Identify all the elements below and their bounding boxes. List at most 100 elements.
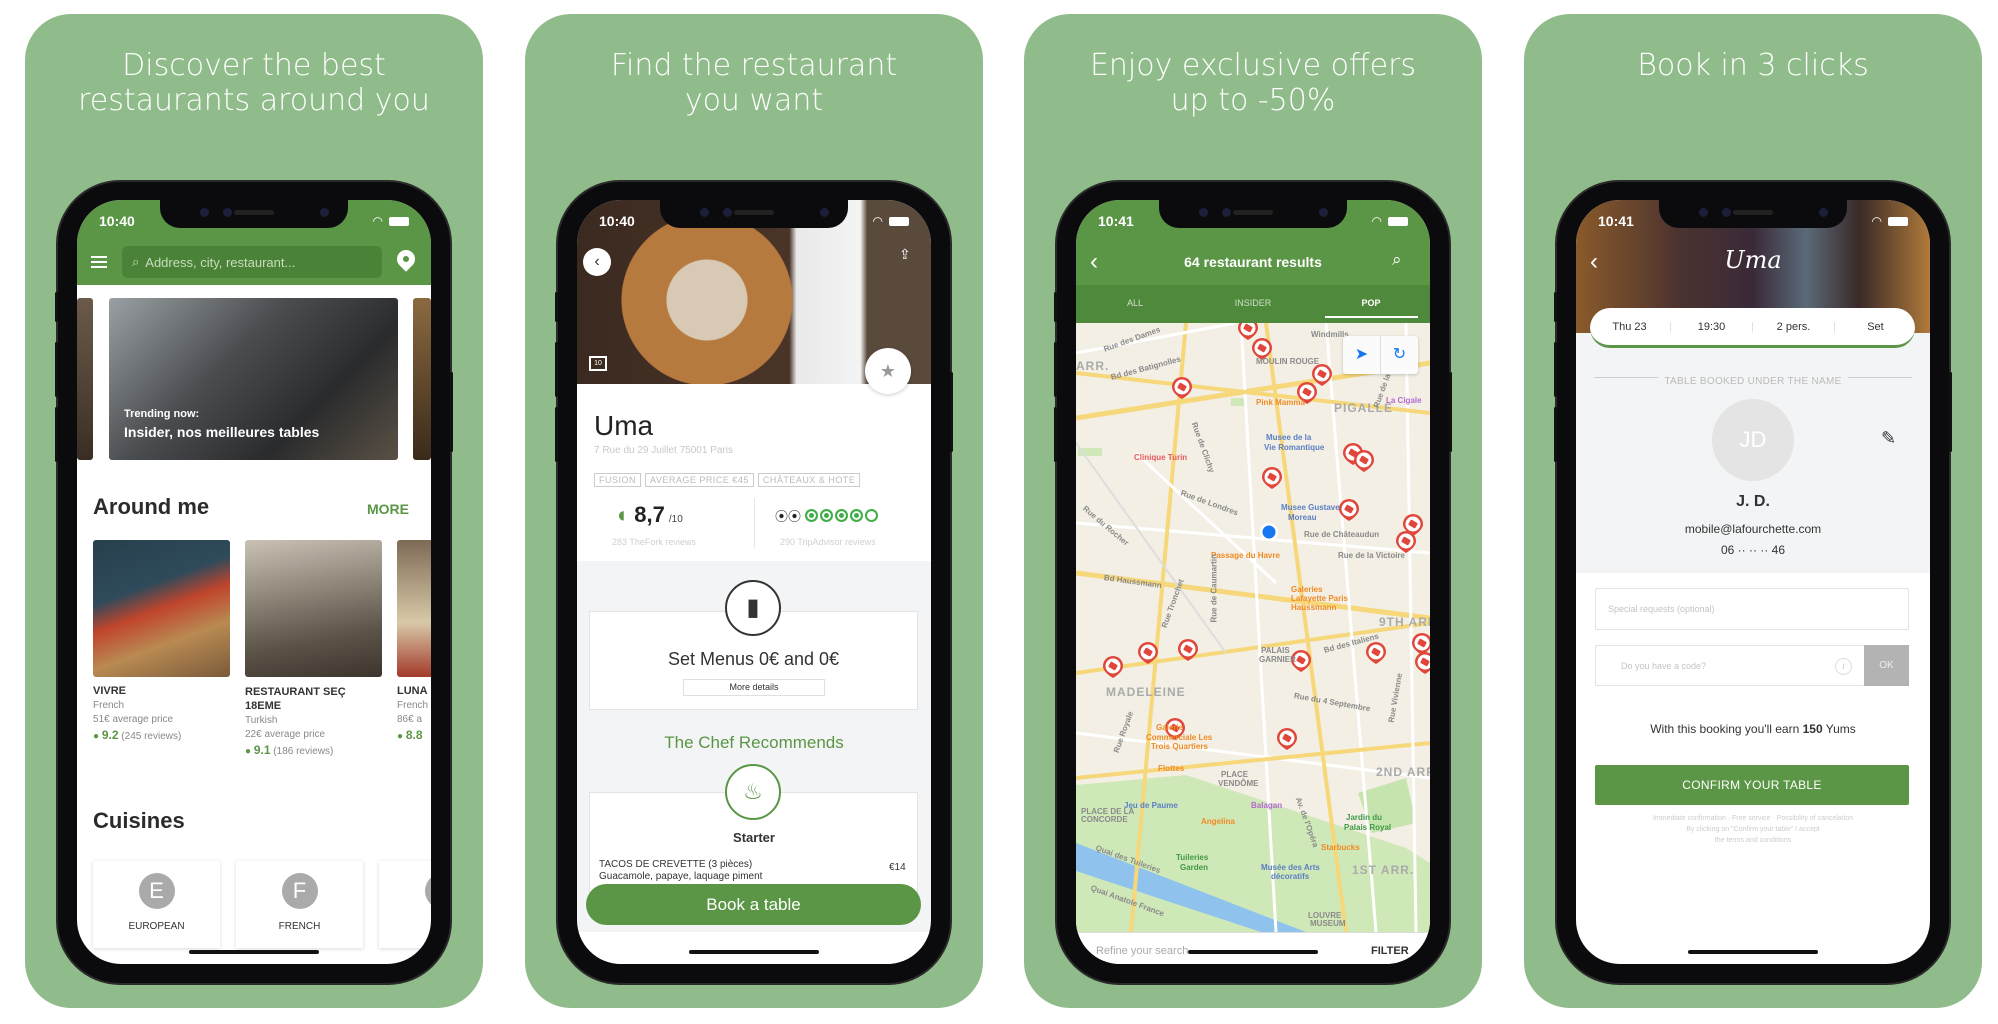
edit-pencil-icon[interactable]: ✎ bbox=[1881, 428, 1896, 449]
special-requests-input[interactable]: Special requests (optional) bbox=[1595, 588, 1909, 630]
tab-insider[interactable]: INSIDER bbox=[1194, 298, 1312, 308]
dish-description: Guacamole, papaye, laquage piment bbox=[599, 871, 763, 882]
restaurant-pin[interactable] bbox=[1262, 467, 1282, 489]
tag-list: FUSION AVERAGE PRICE €45 CHÂTEAUX & HOTE bbox=[594, 470, 864, 488]
restaurant-card[interactable]: LUNA French 86€ a ● 8.8 bbox=[397, 540, 431, 742]
booking-summary[interactable]: Thu 23 | 19:30 | 2 pers. | Set bbox=[1590, 308, 1915, 348]
map-label: 1ST ARR. bbox=[1352, 863, 1415, 877]
more-details-button[interactable]: More details bbox=[683, 679, 825, 696]
menu-icon[interactable] bbox=[91, 256, 107, 268]
terms-link[interactable]: the terms and conditions bbox=[1576, 835, 1930, 846]
cuisine-card-br[interactable]: B BR bbox=[379, 861, 431, 948]
cuisine-card-french[interactable]: F FRENCH bbox=[236, 861, 363, 948]
home-indicator[interactable] bbox=[189, 950, 319, 954]
restaurant-pin[interactable] bbox=[1354, 450, 1374, 472]
gallery-button[interactable]: 10 bbox=[589, 356, 607, 371]
status-icons: ◠ bbox=[373, 214, 409, 228]
booking-screen: 10:41 ◠ ‹ Uma Thu 23 | 19:30 | 2 pers. | Se… bbox=[1576, 200, 1930, 964]
map-label: Flottes bbox=[1158, 764, 1185, 773]
banner-photo-prev[interactable] bbox=[77, 298, 93, 460]
wifi-icon: ◠ bbox=[872, 214, 883, 228]
phone-frame: 10:41 ◠ ‹ 64 restaurant results ⌕ ALL IN… bbox=[1054, 182, 1452, 983]
tripadvisor-bubbles bbox=[805, 509, 879, 522]
home-indicator[interactable] bbox=[1188, 950, 1318, 954]
restaurant-pin[interactable] bbox=[1103, 656, 1123, 678]
rating-bubble bbox=[865, 509, 879, 522]
avatar: JD bbox=[1712, 399, 1794, 481]
side-button bbox=[55, 342, 58, 397]
headline: Enjoy exclusive offers up to -50% bbox=[1024, 48, 1482, 118]
restaurant-pin[interactable] bbox=[1366, 642, 1386, 664]
info-icon[interactable]: i bbox=[1835, 658, 1852, 675]
trending-banner[interactable]: Trending now: Insider, nos meilleures ta… bbox=[109, 298, 398, 460]
photo-count: 10 bbox=[594, 360, 602, 367]
section-heading: TABLE BOOKED UNDER THE NAME bbox=[1576, 371, 1930, 389]
earn-amount: 150 bbox=[1802, 722, 1823, 736]
phone-frame: 10:40 ◠ ⌕ Address, city, restaurant... Tr… bbox=[55, 182, 453, 983]
wifi-icon: ◠ bbox=[1871, 214, 1882, 228]
summary-offer[interactable]: Set bbox=[1836, 321, 1915, 333]
map-label: Moreau bbox=[1288, 513, 1317, 522]
tab-pop[interactable]: POP bbox=[1312, 298, 1430, 308]
side-button bbox=[1554, 342, 1557, 397]
restaurant-card[interactable]: VIVRE French 51€ average price ● 9.2 (24… bbox=[93, 540, 230, 742]
tab-all[interactable]: ALL bbox=[1076, 298, 1194, 308]
favorite-button[interactable]: ★ bbox=[865, 348, 911, 394]
filter-button[interactable]: FILTER bbox=[1371, 945, 1409, 957]
home-indicator[interactable] bbox=[1688, 950, 1818, 954]
map-label: La Cigale bbox=[1386, 396, 1422, 405]
panel-book: Book in 3 clicks 10:41 ◠ ‹ Uma Thu 23 | 1… bbox=[1524, 14, 1982, 1008]
restaurant-reviews: (186 reviews) bbox=[273, 746, 334, 757]
home-indicator[interactable] bbox=[689, 950, 819, 954]
road bbox=[1076, 442, 1227, 654]
map-label: Commerciale Les bbox=[1146, 733, 1213, 742]
restaurant-reviews: (245 reviews) bbox=[121, 731, 182, 742]
banner-photo-next[interactable] bbox=[413, 298, 431, 460]
current-location-dot bbox=[1262, 525, 1276, 539]
restaurant-pin[interactable] bbox=[1412, 633, 1430, 655]
map-label: Vie Romantique bbox=[1264, 443, 1325, 452]
summary-date[interactable]: Thu 23 bbox=[1590, 321, 1669, 333]
map-view[interactable]: Rue des Dames Bd des Batignolles ARR. Windm… bbox=[1076, 323, 1430, 932]
phone-frame: 10:40 ◠ ‹ ⇪ 10 ★ Uma 7 Rue du 29 Juillet… bbox=[555, 182, 953, 983]
restaurant-name: VIVRE bbox=[93, 685, 127, 697]
restaurant-pin[interactable] bbox=[1277, 728, 1297, 750]
restaurant-price: 22€ average price bbox=[245, 729, 326, 740]
apply-code-button[interactable]: OK bbox=[1864, 645, 1909, 686]
refresh-icon[interactable]: ↻ bbox=[1381, 336, 1418, 374]
promo-code-input[interactable]: Do you have a code? i bbox=[1595, 645, 1865, 686]
summary-party-size[interactable]: 2 pers. bbox=[1754, 321, 1833, 333]
restaurant-price: 86€ a bbox=[397, 714, 423, 725]
side-button bbox=[555, 342, 558, 397]
wifi-icon: ◠ bbox=[1371, 214, 1382, 228]
book-table-button[interactable]: Book a table bbox=[586, 884, 921, 925]
more-link[interactable]: MORE bbox=[367, 501, 409, 517]
course-title: Starter bbox=[733, 830, 775, 845]
map-screen: 10:41 ◠ ‹ 64 restaurant results ⌕ ALL IN… bbox=[1076, 200, 1430, 964]
restaurant-card[interactable]: RESTAURANT SEÇ 18EME Turkish 22€ average… bbox=[245, 540, 382, 757]
locate-me-icon[interactable]: ➤ bbox=[1343, 336, 1381, 374]
refine-search-placeholder[interactable]: Refine your search bbox=[1096, 945, 1188, 957]
restaurant-pin[interactable] bbox=[1172, 377, 1192, 399]
summary-time[interactable]: 19:30 bbox=[1672, 321, 1751, 333]
legal-line: By clicking on "Confirm your table" I ac… bbox=[1686, 826, 1820, 833]
map-label: MUSEUM bbox=[1310, 919, 1346, 928]
headline-line: up to -50% bbox=[1170, 83, 1336, 118]
battery-icon bbox=[1888, 216, 1908, 226]
refine-bar[interactable]: Refine your search FILTER bbox=[1076, 932, 1430, 964]
legal-text: Immediate confirmation · Free service · … bbox=[1576, 813, 1930, 846]
phone-frame: 10:41 ◠ ‹ Uma Thu 23 | 19:30 | 2 pers. | Se… bbox=[1554, 182, 1952, 983]
menu-book-icon: ▮ bbox=[725, 580, 781, 636]
cuisine-card-european[interactable]: E EUROPEAN bbox=[93, 861, 220, 948]
search-input[interactable]: ⌕ Address, city, restaurant... bbox=[122, 246, 382, 278]
search-icon[interactable]: ⌕ bbox=[1392, 250, 1402, 270]
map-label: Palais Royal bbox=[1344, 823, 1392, 832]
back-button[interactable]: ‹ bbox=[583, 248, 611, 276]
chef-hat-icon: ♨ bbox=[725, 764, 781, 820]
map-label: Galeries bbox=[1291, 585, 1323, 594]
share-icon[interactable]: ⇪ bbox=[899, 246, 911, 263]
map-label: 9TH ARR bbox=[1379, 615, 1430, 629]
restaurant-pin[interactable] bbox=[1415, 652, 1430, 674]
confirm-table-button[interactable]: CONFIRM YOUR TABLE bbox=[1595, 765, 1909, 805]
panel-discover: Discover the best restaurants around you … bbox=[25, 14, 483, 1008]
